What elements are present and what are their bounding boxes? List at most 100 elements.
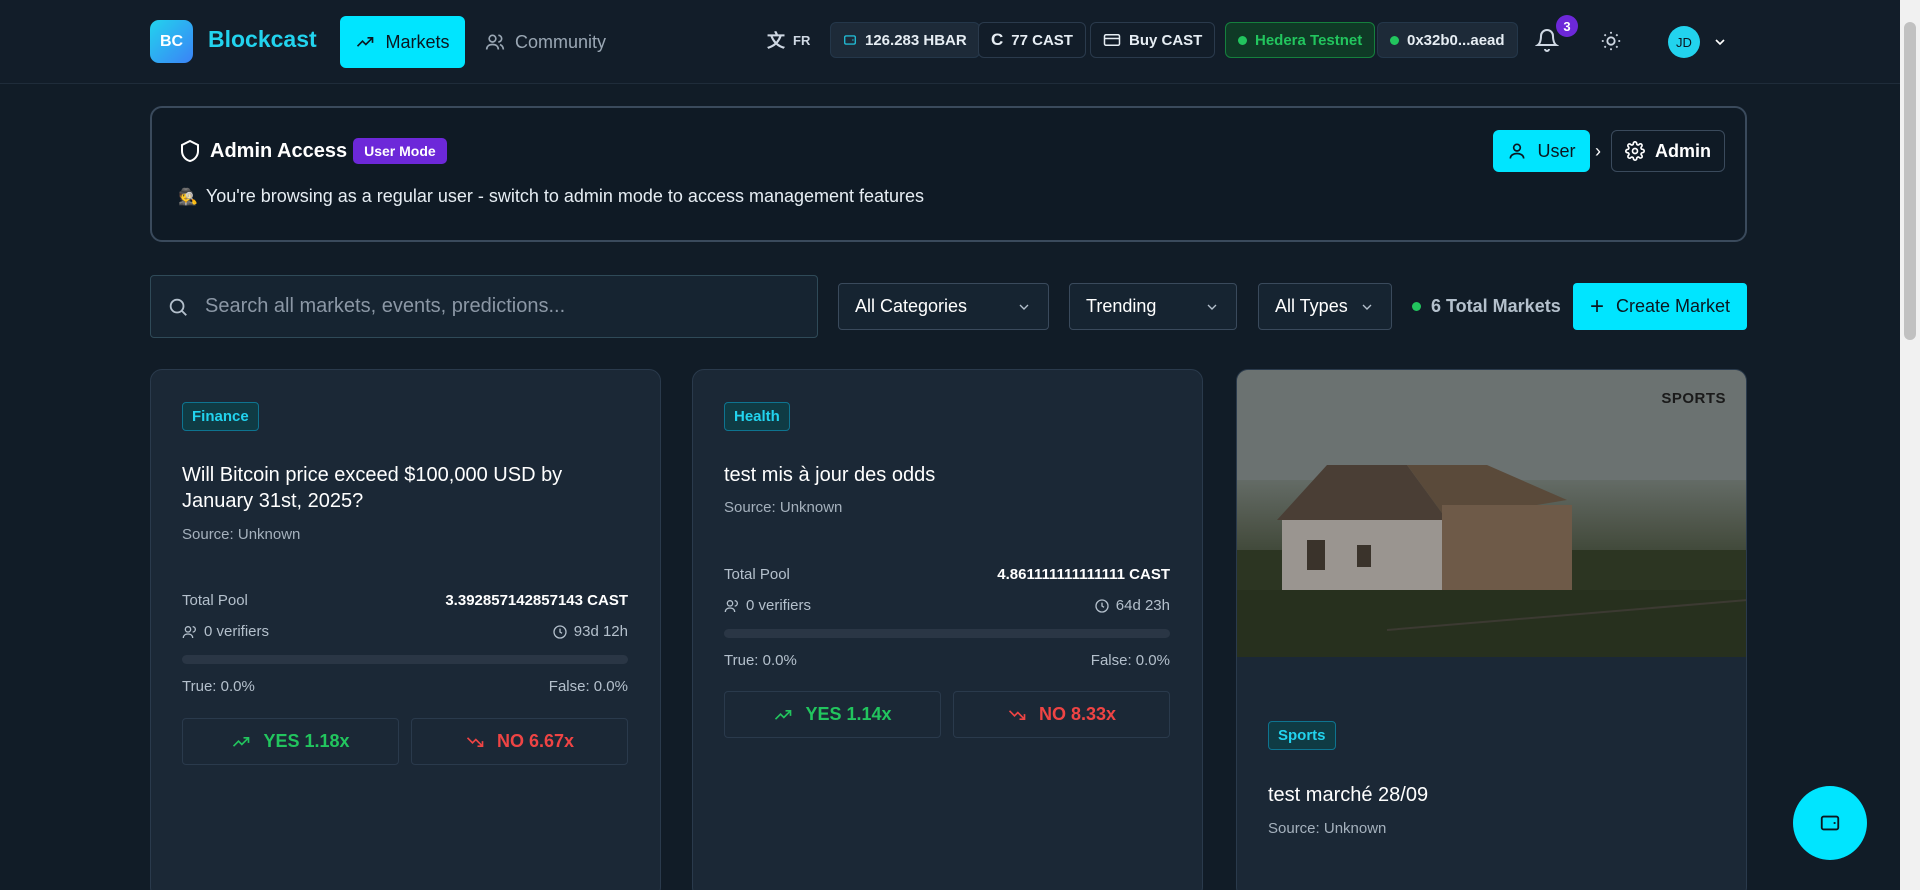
clock-icon [1095, 598, 1109, 613]
sun-icon[interactable] [1600, 30, 1622, 52]
nav-community[interactable]: Community [485, 16, 606, 68]
total-markets-dot [1412, 302, 1421, 311]
sort-select[interactable]: Trending [1069, 283, 1237, 330]
market-source: Source: Unknown [182, 526, 301, 543]
hbar-balance[interactable]: 126.283 HBAR [830, 22, 980, 58]
wallet-status-dot [1390, 35, 1399, 45]
meta-row: 0 verifiers 93d 12h [182, 623, 628, 640]
verifiers-count: 0 verifiers [204, 623, 270, 640]
pool-value: 3.392857142857143 CAST [445, 592, 628, 609]
admin-access-panel: Admin Access User Mode 🕵 You're browsing… [150, 106, 1747, 242]
admin-subtitle-row: 🕵 You're browsing as a regular user - sw… [178, 186, 924, 207]
chevron-right-icon: › [1595, 141, 1601, 161]
true-percent: True: 0.0% [724, 652, 797, 669]
chevron-down-icon [1207, 304, 1217, 310]
wallet-address-text: 0x32b0...aead [1407, 31, 1505, 49]
market-image[interactable]: SPORTS [1237, 370, 1746, 657]
market-card[interactable]: Finance Will Bitcoin price exceed $100,0… [150, 369, 661, 890]
network-badge[interactable]: Hedera Testnet [1225, 22, 1376, 58]
user-mode-label: User [1537, 140, 1576, 161]
pool-value: 4.861111111111111 CAST [997, 566, 1170, 583]
network-status-dot [1238, 35, 1247, 45]
trending-up-icon [775, 709, 792, 720]
notification-count: 3 [1556, 15, 1578, 37]
cast-balance-text: 77 CAST [1011, 31, 1073, 49]
nav-markets[interactable]: Markets [340, 16, 465, 68]
chevron-down-icon[interactable] [1712, 34, 1728, 50]
total-markets: 6 Total Markets [1412, 296, 1561, 317]
category-select[interactable]: All Categories [838, 283, 1049, 330]
create-market-button[interactable]: + Create Market [1573, 283, 1747, 330]
gear-icon [1625, 141, 1645, 161]
brand-logo[interactable]: BC [150, 20, 193, 63]
market-source: Source: Unknown [1268, 820, 1387, 837]
cast-icon: C [991, 30, 1004, 49]
admin-title-row: Admin Access User Mode [178, 138, 447, 164]
cast-balance[interactable]: C 77 CAST [978, 22, 1086, 58]
no-odds: NO 6.67x [496, 731, 575, 751]
meta-row: 0 verifiers 64d 23h [724, 597, 1170, 614]
admin-mode-button[interactable]: Admin [1611, 130, 1725, 172]
time-left: 64d 23h [1115, 597, 1170, 614]
wallet-icon [1820, 815, 1840, 831]
trending-down-icon [1008, 709, 1026, 720]
hbar-balance-text: 126.283 HBAR [865, 31, 967, 49]
wallet-icon [844, 35, 856, 45]
trending-down-icon [466, 736, 484, 747]
pool-row: Total Pool 3.392857142857143 CAST [182, 592, 628, 609]
shield-icon [181, 139, 199, 163]
language-switcher[interactable]: 文 FR [755, 22, 822, 58]
users-icon [182, 625, 196, 638]
trending-up-icon [357, 37, 374, 47]
create-market-label: Create Market [1615, 296, 1731, 316]
type-select-value: All Types [1275, 296, 1348, 316]
bet-yes-button[interactable]: YES 1.18x [182, 718, 399, 765]
probability-bar [724, 629, 1170, 638]
odds-row: True: 0.0% False: 0.0% [724, 652, 1170, 669]
total-markets-text: 6 Total Markets [1431, 296, 1561, 316]
yes-odds: YES 1.18x [263, 731, 350, 751]
search-input[interactable]: Search all markets, events, predictions.… [205, 295, 565, 318]
category-tag: Sports [1268, 721, 1336, 750]
language-label: FR [793, 32, 811, 48]
trending-up-icon [233, 736, 250, 747]
nav-markets-label: Markets [385, 31, 450, 52]
nav-community-label: Community [515, 31, 607, 52]
category-select-value: All Categories [855, 296, 968, 316]
floating-wallet-button[interactable] [1793, 786, 1867, 860]
wallet-address[interactable]: 0x32b0...aead [1377, 22, 1518, 58]
buy-cast-label: Buy CAST [1129, 31, 1203, 49]
search-bar[interactable]: Search all markets, events, predictions.… [150, 275, 818, 338]
bell-icon[interactable] [1535, 28, 1559, 52]
false-percent: False: 0.0% [548, 678, 628, 695]
yes-odds: YES 1.14x [805, 704, 892, 724]
category-tag: Health [724, 402, 790, 431]
market-card[interactable]: SPORTS Sports test marché 28/09 Source: … [1236, 369, 1747, 890]
market-title[interactable]: test mis à jour des odds [724, 462, 1174, 488]
market-source: Source: Unknown [724, 499, 843, 516]
bet-yes-button[interactable]: YES 1.14x [724, 691, 941, 738]
scrollbar-thumb[interactable] [1904, 22, 1916, 340]
market-title[interactable]: Will Bitcoin price exceed $100,000 USD b… [182, 462, 632, 514]
market-title[interactable]: test marché 28/09 [1268, 782, 1718, 808]
probability-bar [182, 655, 628, 664]
user-avatar[interactable]: JD [1668, 26, 1700, 58]
type-select[interactable]: All Types [1258, 283, 1392, 330]
buy-cast-button[interactable]: Buy CAST [1090, 22, 1216, 58]
user-mode-button[interactable]: User [1493, 130, 1590, 172]
network-label: Hedera Testnet [1255, 31, 1363, 49]
brand-name[interactable]: Blockcast [208, 26, 317, 53]
bet-no-button[interactable]: NO 8.33x [953, 691, 1170, 738]
credit-card-icon [1103, 34, 1121, 46]
bet-no-button[interactable]: NO 6.67x [411, 718, 628, 765]
detective-icon: 🕵 [178, 188, 198, 206]
admin-mode-label: Admin [1655, 140, 1711, 161]
market-card[interactable]: Health test mis à jour des odds Source: … [692, 369, 1203, 890]
admin-title: Admin Access [210, 139, 348, 162]
pool-label: Total Pool [724, 566, 790, 583]
true-percent: True: 0.0% [182, 678, 255, 695]
odds-row: True: 0.0% False: 0.0% [182, 678, 628, 695]
clock-icon [553, 624, 567, 639]
barn-image-illustration [1237, 370, 1746, 657]
admin-subtitle: You're browsing as a regular user - swit… [205, 186, 925, 206]
